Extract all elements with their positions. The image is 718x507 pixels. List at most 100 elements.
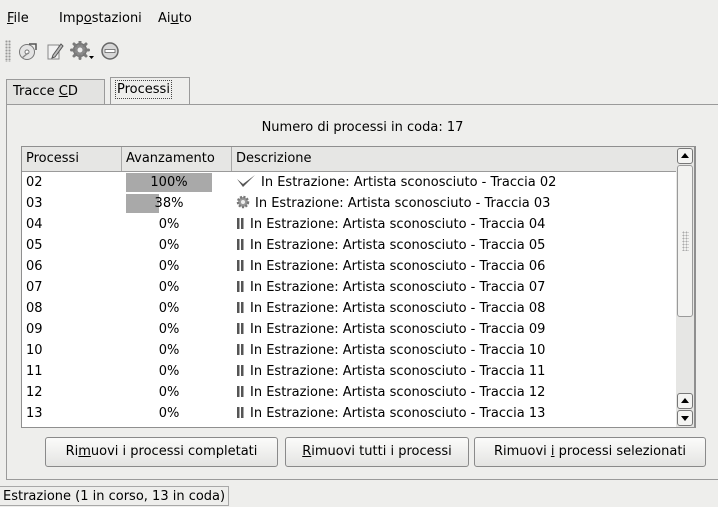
tab-bar: Tracce CD Processi (0, 76, 718, 105)
settings-gear-icon[interactable] (70, 41, 96, 61)
progress-label: 100% (150, 175, 188, 190)
process-id: 03 (26, 196, 43, 211)
table-header: Processi Avanzamento Descrizione (22, 147, 678, 172)
stop-icon[interactable] (100, 41, 120, 61)
process-id: 06 (26, 259, 43, 274)
process-id: 12 (26, 385, 43, 400)
description-cell: In Estrazione: Artista sconosciuto - Tra… (236, 403, 545, 424)
menu-file[interactable]: File (7, 11, 29, 26)
pause-icon (237, 365, 244, 376)
progress-cell: 0% (126, 340, 212, 361)
scrollbar-thumb[interactable] (677, 165, 693, 317)
remove-all-button[interactable]: Rimuovi tutti i processi (285, 437, 469, 467)
description-text: In Estrazione: Artista sconosciuto - Tra… (250, 217, 546, 232)
pause-icon (237, 344, 244, 355)
progress-label: 0% (158, 217, 180, 232)
process-id: 09 (26, 322, 43, 337)
description-text: In Estrazione: Artista sconosciuto - Tra… (250, 343, 546, 358)
table-row[interactable]: 10 0% In Estrazione: Artista sconosciuto -… (22, 340, 678, 361)
arrow-down-icon (681, 416, 689, 421)
toolbar (0, 36, 718, 66)
process-id: 10 (26, 343, 43, 358)
description-cell: In Estrazione: Artista sconosciuto - Tra… (236, 193, 550, 214)
description-text: In Estrazione: Artista sconosciuto - Tra… (250, 301, 546, 316)
table-row[interactable]: 12 0% In Estrazione: Artista sconosciuto -… (22, 382, 678, 403)
progress-cell: 100% (126, 172, 212, 193)
description-cell: In Estrazione: Artista sconosciuto - Tra… (236, 361, 545, 382)
progress-cell: 0% (126, 382, 212, 403)
description-text: In Estrazione: Artista sconosciuto - Tra… (250, 238, 546, 253)
table-row[interactable]: 05 0% In Estrazione: Artista sconosciuto -… (22, 235, 678, 256)
progress-label: 0% (158, 238, 180, 253)
checkmark-icon (237, 175, 255, 187)
scroll-down-button[interactable] (677, 410, 693, 426)
pause-icon (237, 239, 244, 250)
menu-aiuto[interactable]: Aiuto (158, 11, 192, 26)
pause-icon (237, 260, 244, 271)
progress-label: 0% (158, 364, 180, 379)
table-row[interactable]: 03 38% In Estrazione: Artista sconosciuto … (22, 193, 678, 214)
column-header-processi[interactable]: Processi (22, 147, 122, 171)
tab-tracce-cd[interactable]: Tracce CD (6, 79, 105, 105)
progress-label: 0% (158, 301, 180, 316)
description-cell: In Estrazione: Artista sconosciuto - Tra… (236, 298, 545, 319)
progress-label: 0% (158, 385, 180, 400)
progress-label: 0% (158, 406, 180, 421)
progress-label: 38% (154, 196, 184, 211)
rip-cd-icon[interactable] (18, 41, 38, 61)
process-id: 11 (26, 364, 43, 379)
description-text: In Estrazione: Artista sconosciuto - Tra… (250, 364, 546, 379)
process-id: 08 (26, 301, 43, 316)
description-text: In Estrazione: Artista sconosciuto - Tra… (250, 280, 546, 295)
pause-icon (237, 386, 244, 397)
progress-cell: 0% (126, 256, 212, 277)
progress-cell: 0% (126, 277, 212, 298)
scroll-up-button-lower[interactable] (677, 393, 693, 409)
menubar: File Impostazioni Aiuto (0, 0, 718, 34)
pause-icon (237, 302, 244, 313)
column-header-avanzamento[interactable]: Avanzamento (122, 147, 232, 171)
toolbar-grip[interactable] (5, 40, 11, 62)
description-text: In Estrazione: Artista sconosciuto - Tra… (255, 196, 551, 211)
table-row[interactable]: 11 0% In Estrazione: Artista sconosciuto -… (22, 361, 678, 382)
description-text: In Estrazione: Artista sconosciuto - Tra… (261, 175, 557, 190)
table-row[interactable]: 04 0% In Estrazione: Artista sconosciuto -… (22, 214, 678, 235)
table-row[interactable]: 13 0% In Estrazione: Artista sconosciuto -… (22, 403, 678, 424)
process-id: 13 (26, 406, 43, 421)
progress-label: 0% (158, 280, 180, 295)
progress-label: 0% (158, 343, 180, 358)
table-row[interactable]: 02 100% In Estrazione: Artista sconosciuto… (22, 172, 678, 193)
table-scrollbar[interactable] (676, 146, 695, 428)
progress-cell: 0% (126, 298, 212, 319)
table-row[interactable]: 09 0% In Estrazione: Artista sconosciuto -… (22, 319, 678, 340)
process-id: 04 (26, 217, 43, 232)
status-text: Estrazione (1 in corso, 13 in coda) (0, 486, 230, 506)
process-id: 07 (26, 280, 43, 295)
description-text: In Estrazione: Artista sconosciuto - Tra… (250, 322, 546, 337)
progress-label: 0% (158, 259, 180, 274)
scroll-up-button[interactable] (677, 148, 693, 164)
table-row[interactable]: 07 0% In Estrazione: Artista sconosciuto -… (22, 277, 678, 298)
progress-cell: 0% (126, 361, 212, 382)
description-cell: In Estrazione: Artista sconosciuto - Tra… (236, 214, 545, 235)
progress-cell: 0% (126, 403, 212, 424)
remove-selected-button[interactable]: Rimuovi i processi selezionati (474, 437, 706, 467)
description-text: In Estrazione: Artista sconosciuto - Tra… (250, 385, 546, 400)
pause-icon (237, 281, 244, 292)
menu-impostazioni[interactable]: Impostazioni (59, 11, 142, 26)
column-header-descrizione[interactable]: Descrizione (232, 147, 678, 171)
process-table[interactable]: Processi Avanzamento Descrizione 02 100% I… (21, 146, 696, 428)
table-row[interactable]: 08 0% In Estrazione: Artista sconosciuto -… (22, 298, 678, 319)
pause-icon (237, 218, 244, 229)
remove-completed-button[interactable]: Rimuovi i processi completati (45, 437, 278, 467)
description-cell: In Estrazione: Artista sconosciuto - Tra… (236, 277, 545, 298)
table-row[interactable]: 06 0% In Estrazione: Artista sconosciuto -… (22, 256, 678, 277)
process-id: 05 (26, 238, 43, 253)
tab-processi[interactable]: Processi (110, 77, 190, 105)
arrow-up-icon (681, 398, 689, 403)
progress-cell: 0% (126, 235, 212, 256)
description-cell: In Estrazione: Artista sconosciuto - Tra… (236, 319, 545, 340)
progress-label: 0% (158, 322, 180, 337)
progress-cell: 0% (126, 214, 212, 235)
edit-icon[interactable] (45, 41, 65, 61)
